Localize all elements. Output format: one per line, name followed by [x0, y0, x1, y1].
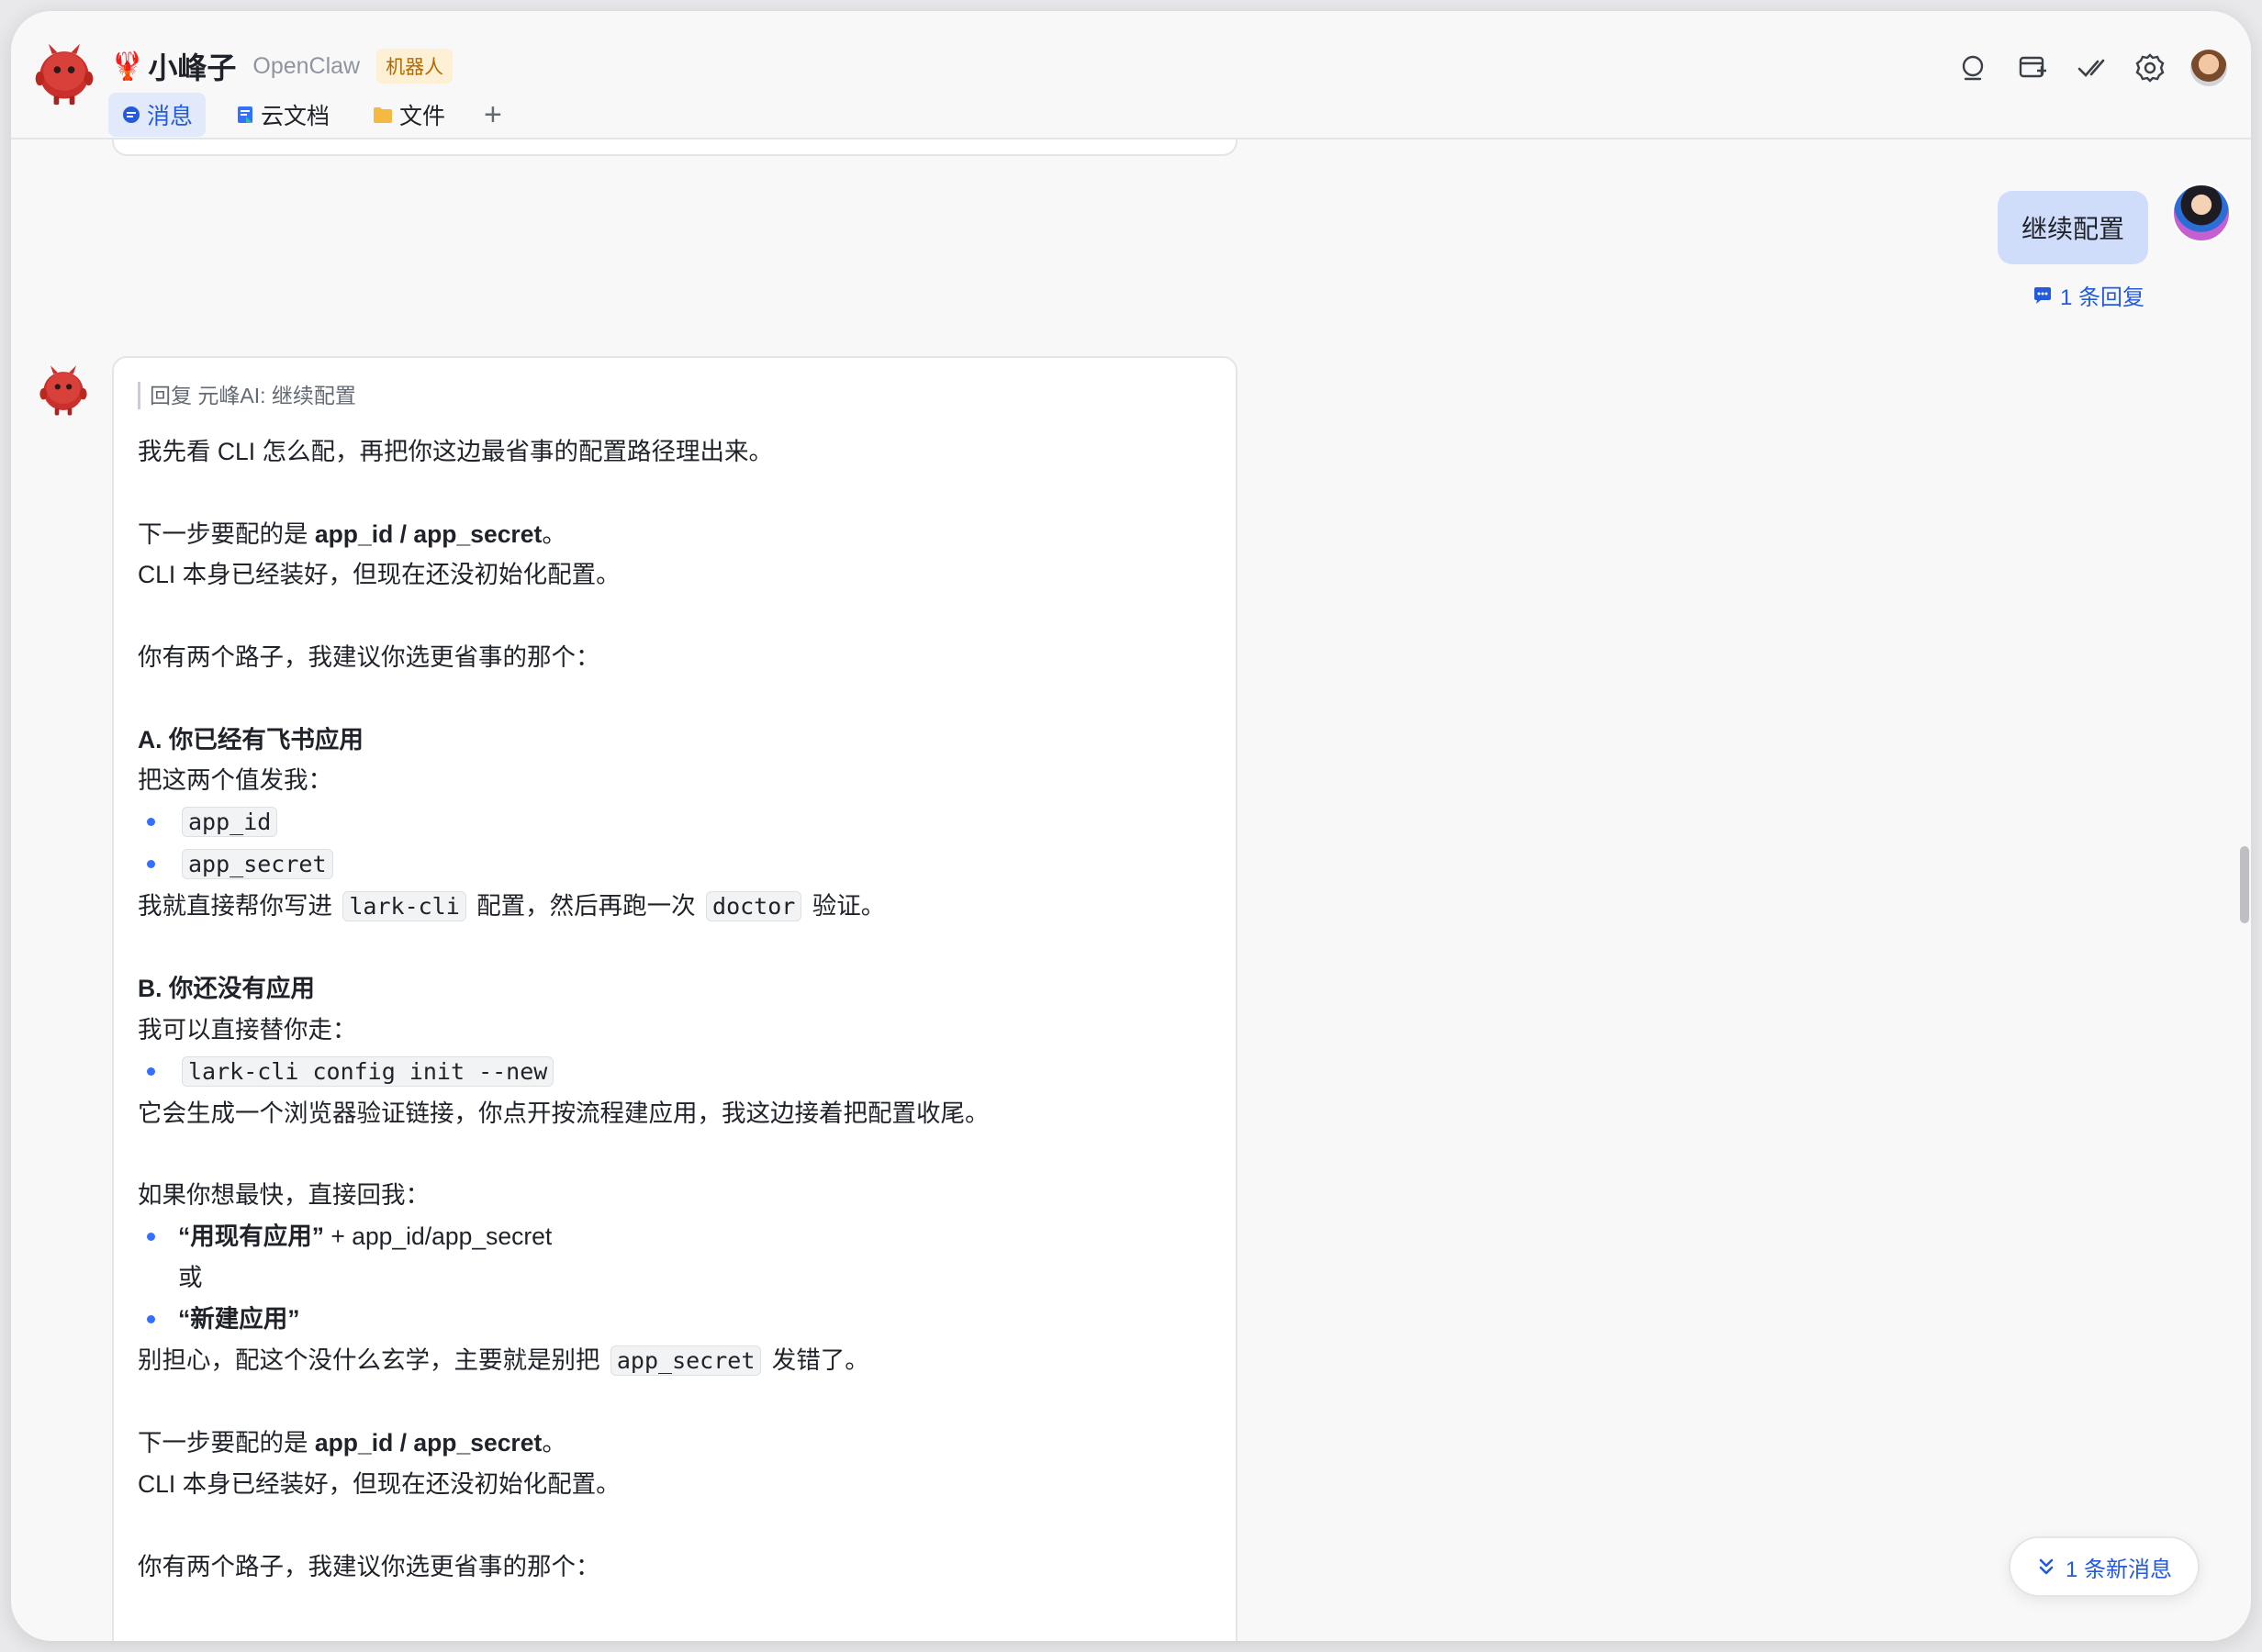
reply-quote: 回复 元峰AI: 继续配置	[138, 382, 1212, 409]
folder-icon	[374, 107, 393, 123]
inline-code: lark-cli config init --new	[182, 1055, 554, 1087]
bot-message-card[interactable]: 回复 元峰AI: 继续配置 我先看 CLI 怎么配，再把你这边最省事的配置路径理…	[112, 356, 1237, 1641]
doc-icon	[238, 106, 253, 123]
text-line: 或	[178, 1263, 203, 1291]
text-line: 下一步要配的是 app_id / app_secret。	[138, 1423, 1212, 1464]
section-heading: A. 你已经有飞书应用	[138, 725, 364, 753]
tab-messages[interactable]: 消息	[108, 93, 207, 137]
inline-code: app_secret	[610, 1345, 762, 1376]
bot-badge: 机器人	[376, 49, 454, 84]
chat-header: 🦞 小峰子 OpenClaw 机器人 消息 云文档 文件 +	[11, 11, 2251, 140]
text: 下一步要配的是	[138, 1429, 315, 1457]
text-line: 它会生成一个浏览器验证链接，你点开按流程建应用，我这边接着把配置收尾。	[138, 1099, 990, 1127]
list-item: “新建应用”	[138, 1299, 1212, 1340]
user-message-text: 继续配置	[2021, 215, 2124, 243]
settings-button[interactable]	[2130, 48, 2170, 88]
add-screen-icon	[2019, 56, 2046, 78]
text-line: 你有两个路子，我建议你选更省事的那个：	[138, 642, 600, 671]
search-icon	[1962, 55, 1984, 81]
add-screen-button[interactable]	[2012, 48, 2053, 88]
double-chevron-down-icon	[2039, 1558, 2054, 1575]
app-name: OpenClaw	[252, 52, 361, 79]
bold-text: app_id / app_secret	[314, 1429, 543, 1457]
add-tab-button[interactable]: +	[475, 97, 511, 133]
message-body: 我先看 CLI 怎么配，再把你这边最省事的配置路径理出来。 下一步要配的是 ap…	[138, 431, 1212, 1587]
text-line: 你有两个路子，我建议你选更省事的那个：	[138, 1552, 600, 1580]
list-item: lark-cli config init --new	[138, 1051, 1212, 1093]
text: 验证。	[805, 891, 886, 920]
app-window: 🦞 小峰子 OpenClaw 机器人 消息 云文档 文件 + 继续配置 1 条回…	[11, 11, 2251, 1641]
inline-code: lark-cli	[342, 890, 466, 921]
profile-button[interactable]	[2189, 48, 2229, 88]
bot-avatar[interactable]	[29, 37, 99, 106]
tab-bar: 消息 云文档 文件 +	[108, 92, 511, 138]
list-item: “用现有应用” + app_id/app_secret	[138, 1216, 1212, 1257]
text-line: 我先看 CLI 怎么配，再把你这边最省事的配置路径理出来。	[138, 438, 773, 465]
text: 下一步要配的是	[138, 519, 315, 548]
chat-bubble-icon	[123, 106, 140, 123]
section-heading: B. 你还没有应用	[138, 975, 315, 1003]
text-line: 下一步要配的是 app_id / app_secret。	[138, 514, 1212, 555]
thread-icon	[2033, 286, 2051, 304]
check-icon	[2077, 59, 2105, 77]
tab-files[interactable]: 文件	[359, 93, 458, 137]
list-item: app_id	[138, 801, 1212, 843]
gear-icon	[2135, 53, 2165, 83]
new-messages-text: 1 条新消息	[2065, 1557, 2172, 1582]
scrollbar[interactable]	[2240, 846, 2249, 923]
title-row: 🦞 小峰子 OpenClaw 机器人	[110, 44, 454, 88]
tab-docs[interactable]: 云文档	[222, 93, 342, 137]
user-avatar[interactable]	[2172, 184, 2231, 242]
tab-label: 文件	[399, 104, 446, 129]
inline-code: doctor	[706, 890, 802, 921]
text-line: 我就直接帮你写进 lark-cli 配置，然后再跑一次 doctor 验证。	[138, 886, 1212, 928]
text: 配置，然后再跑一次	[469, 891, 703, 920]
text: 我就直接帮你写进	[138, 891, 340, 920]
text: 别担心，配这个没什么玄学，主要就是别把	[138, 1345, 607, 1374]
avatar	[2190, 50, 2227, 86]
text-line: 如果你想最快，直接回我：	[138, 1181, 430, 1210]
search-button[interactable]	[1954, 48, 1994, 88]
list-item: app_secret	[138, 843, 1212, 886]
text-line: CLI 本身已经装好，但现在还没初始化配置。	[138, 561, 621, 589]
text: 发错了。	[765, 1345, 869, 1374]
reply-thread-link[interactable]: 1 条回复	[2032, 279, 2144, 311]
text-line: CLI 本身已经装好，但现在还没初始化配置。	[138, 1469, 621, 1498]
text-line: 我可以直接替你走：	[138, 1016, 357, 1044]
bot-title: 🦞 小峰子	[110, 45, 236, 87]
bot-avatar[interactable]	[35, 360, 92, 417]
bot-name: 小峰子	[148, 51, 237, 84]
tasks-button[interactable]	[2071, 48, 2111, 88]
reply-count-text: 1 条回复	[2059, 285, 2144, 310]
tab-label: 云文档	[261, 104, 330, 129]
bold-text: app_id / app_secret	[314, 519, 543, 548]
text: 。	[542, 1429, 566, 1457]
text-line: 别担心，配这个没什么玄学，主要就是别把 app_secret 发错了。	[138, 1340, 1212, 1382]
text: 。	[542, 519, 566, 548]
text-line: 把这两个值发我：	[138, 766, 332, 795]
message-list: 继续配置 1 条回复 回复 元峰AI: 继续配置 我先看 CLI 怎么配，再把你…	[11, 121, 2251, 1641]
header-actions	[1954, 48, 2229, 88]
lobster-icon: 🦞	[110, 50, 145, 82]
text: + app_id/app_secret	[324, 1222, 553, 1251]
user-message-bubble[interactable]: 继续配置	[1997, 191, 2148, 264]
tab-label: 消息	[147, 104, 194, 129]
inline-code: app_secret	[182, 848, 333, 879]
bold-text: “用现有应用”	[178, 1222, 324, 1251]
new-messages-button[interactable]: 1 条新消息	[2008, 1536, 2200, 1597]
inline-code: app_id	[182, 807, 278, 838]
